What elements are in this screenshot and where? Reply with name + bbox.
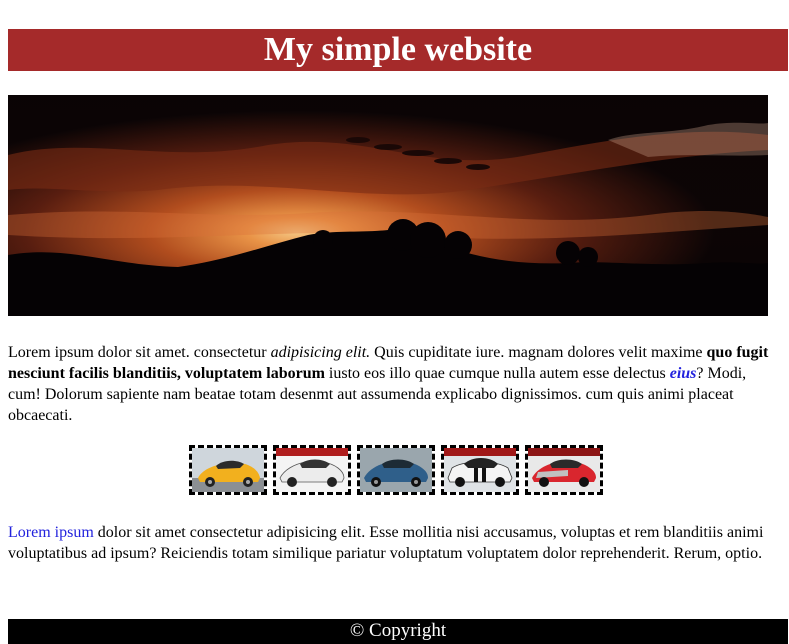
second-paragraph-link[interactable]: Lorem ipsum (8, 524, 94, 541)
site-footer: © Copyright (8, 619, 788, 644)
intro-text-1: Lorem ipsum dolor sit amet. consectetur (8, 344, 271, 361)
intro-text-3: iusto eos illo quae cumque nulla autem e… (324, 365, 670, 382)
intro-paragraph: Lorem ipsum dolor sit amet. consectetur … (8, 342, 770, 426)
gallery-thumb-blue-car[interactable] (357, 445, 435, 495)
site-header: My simple website (8, 29, 788, 71)
car-thumbnail (444, 448, 516, 492)
gallery-thumb-muscle-car[interactable] (441, 445, 519, 495)
gallery-thumb-red-car[interactable] (525, 445, 603, 495)
intro-emphasis: adipisicing elit. (270, 344, 371, 361)
car-gallery (189, 445, 603, 496)
gallery-thumb-yellow-car[interactable] (189, 445, 267, 495)
car-thumbnail (276, 448, 348, 492)
second-paragraph-text: dolor sit amet consectetur adipisicing e… (8, 524, 764, 562)
second-paragraph: Lorem ipsum dolor sit amet consectetur a… (8, 522, 770, 564)
intro-link[interactable]: eius (670, 365, 697, 382)
car-thumbnail (192, 448, 264, 492)
gallery-thumb-white-car[interactable] (273, 445, 351, 495)
site-title: My simple website (263, 31, 533, 68)
intro-text-2: Quis cupiditate iure. magnam dolores vel… (370, 344, 707, 361)
car-thumbnail (528, 448, 600, 492)
copyright-text: © Copyright (349, 620, 447, 641)
hero-sunset-image (8, 95, 768, 316)
car-thumbnail (360, 448, 432, 492)
